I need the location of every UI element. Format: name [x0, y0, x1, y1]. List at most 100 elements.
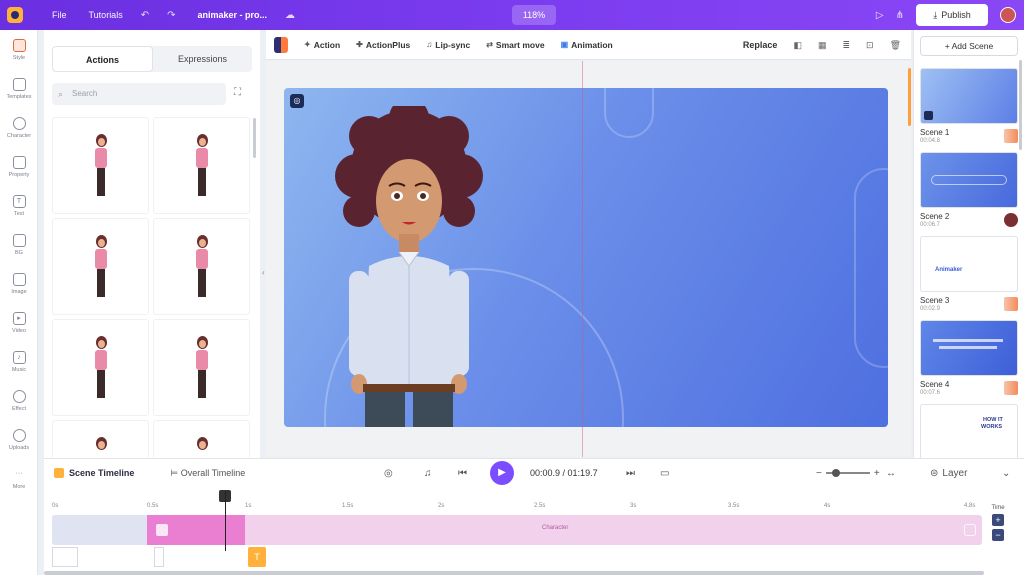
- tool-action[interactable]: ✦ Action: [304, 40, 340, 50]
- zoom-slider[interactable]: − +: [816, 459, 880, 487]
- ruler-tick: 3.5s: [728, 503, 740, 509]
- pin-icon[interactable]: [154, 547, 164, 567]
- play-button[interactable]: ▶: [490, 461, 514, 485]
- layer-dropdown[interactable]: ⊜ Layer: [930, 459, 967, 487]
- rail-item-video[interactable]: ▸ Video: [0, 303, 38, 342]
- character-figure[interactable]: [329, 106, 489, 427]
- scene-item[interactable]: Scene 2 00:06.7: [920, 152, 1018, 228]
- background-shape: [604, 88, 654, 138]
- zoom-handle[interactable]: [831, 469, 840, 477]
- time-increase-button[interactable]: +: [992, 514, 1004, 526]
- action-thumbnail[interactable]: [52, 319, 149, 416]
- avatar[interactable]: [1000, 7, 1016, 23]
- undo-icon[interactable]: ↶: [141, 10, 149, 21]
- tab-actions[interactable]: Actions: [52, 46, 153, 72]
- scene-item[interactable]: Animaker Scene 3 00:02.9: [920, 236, 1018, 312]
- timeline-scrollbar[interactable]: [44, 571, 984, 575]
- zoom-track: [825, 469, 870, 477]
- tab-overall-timeline[interactable]: ⊨ Overall Timeline: [170, 468, 245, 479]
- chevron-down-icon[interactable]: ⌄: [1002, 459, 1010, 487]
- preview-play-icon[interactable]: ▷: [876, 10, 884, 21]
- rail-item-image[interactable]: Image: [0, 264, 38, 303]
- rail-item-property[interactable]: Property: [0, 147, 38, 186]
- rail-item-style[interactable]: Style: [0, 30, 38, 69]
- action-thumbnail[interactable]: [153, 319, 250, 416]
- flip-icon[interactable]: ◧: [793, 40, 802, 51]
- replace-button[interactable]: Replace: [743, 40, 778, 50]
- search-icon: ⌕: [58, 89, 64, 99]
- ruler-tick: 2s: [438, 503, 445, 509]
- tool-label: Lip-sync: [435, 39, 471, 50]
- search-input[interactable]: Search: [52, 83, 226, 105]
- layers-icon[interactable]: ≣: [842, 40, 850, 51]
- color-swatch[interactable]: [274, 36, 288, 53]
- time-decrease-button[interactable]: −: [992, 529, 1004, 541]
- action-thumbnail[interactable]: [52, 117, 149, 214]
- rail-item-templates[interactable]: Templates: [0, 69, 38, 108]
- project-name[interactable]: animaker - pro...: [197, 10, 267, 20]
- ruler-tick: 0.5s: [147, 503, 159, 509]
- tab-expressions[interactable]: Expressions: [153, 46, 252, 72]
- publish-label: Publish: [941, 10, 971, 20]
- action-thumbnail[interactable]: [52, 218, 149, 315]
- expand-icon[interactable]: ⛶: [234, 87, 241, 98]
- cloud-save-icon[interactable]: ☁: [285, 10, 295, 21]
- subtitle-icon[interactable]: ▭: [660, 459, 669, 487]
- share-icon[interactable]: ⋔: [896, 10, 904, 21]
- microphone-icon: ♫: [426, 40, 433, 49]
- scene-canvas[interactable]: ◎: [284, 88, 888, 427]
- delete-icon[interactable]: 🗑: [890, 40, 901, 51]
- left-rail: Style Templates Character Property T Text…: [0, 30, 38, 575]
- scene-item[interactable]: Scene 4 00:07.6: [920, 320, 1018, 396]
- current-time: 00:00.9: [530, 468, 561, 478]
- camera-icon[interactable]: ◎: [290, 94, 304, 108]
- zoom-in-icon[interactable]: +: [874, 468, 880, 479]
- sub-track-slot[interactable]: [52, 547, 78, 567]
- rail-item-music[interactable]: ♪ Music: [0, 342, 38, 381]
- publish-button[interactable]: ⤓ Publish: [916, 4, 988, 26]
- action-thumbnail[interactable]: [153, 218, 250, 315]
- action-thumbnail[interactable]: [153, 117, 250, 214]
- time-label: Time: [991, 505, 1005, 511]
- microphone-icon[interactable]: ♫: [424, 459, 432, 487]
- lock-icon[interactable]: ⊡: [866, 40, 874, 51]
- skip-back-icon[interactable]: ⏮: [458, 459, 467, 487]
- camera-icon[interactable]: ◎: [384, 459, 393, 487]
- track-end-icon[interactable]: [964, 524, 976, 536]
- action-grid: [52, 117, 250, 457]
- text-track-marker[interactable]: T: [248, 547, 266, 567]
- scene-duration: 00:06.7: [920, 222, 941, 228]
- collapse-panel-icon[interactable]: ‹: [262, 268, 265, 277]
- selected-scene-indicator: [908, 68, 911, 126]
- scenes-scrollbar[interactable]: [1019, 60, 1022, 150]
- rail-item-uploads[interactable]: Uploads: [0, 420, 38, 459]
- zoom-level[interactable]: 118%: [512, 5, 556, 25]
- character-track[interactable]: Character: [52, 515, 982, 545]
- transparency-icon[interactable]: ▦: [818, 40, 827, 51]
- tool-smart-move[interactable]: ⇄ Smart move: [486, 40, 544, 50]
- add-scene-button[interactable]: + Add Scene: [920, 36, 1018, 56]
- rail-label: Property: [8, 171, 30, 178]
- playhead[interactable]: [225, 491, 226, 551]
- rail-item-text[interactable]: T Text: [0, 186, 38, 225]
- scene-item[interactable]: HOW IT WORKS: [920, 404, 1018, 458]
- skip-forward-icon[interactable]: ⏭: [626, 459, 635, 487]
- fit-width-icon[interactable]: ↔: [886, 459, 896, 487]
- rail-item-effect[interactable]: Effect: [0, 381, 38, 420]
- tool-actionplus[interactable]: ✚ ActionPlus: [356, 40, 410, 50]
- tool-animation[interactable]: ▣ Animation: [561, 40, 613, 50]
- zoom-out-icon[interactable]: −: [816, 468, 822, 479]
- library-scrollbar[interactable]: [253, 118, 256, 158]
- tool-lipsync[interactable]: ♫ Lip-sync: [426, 40, 470, 50]
- tutorials-menu[interactable]: Tutorials: [89, 10, 123, 20]
- scene-item[interactable]: Scene 1 00:04.8: [920, 68, 1018, 144]
- action-thumbnail[interactable]: [153, 420, 250, 457]
- action-thumbnail[interactable]: [52, 420, 149, 457]
- animaker-logo-icon[interactable]: [0, 0, 30, 30]
- rail-item-bg[interactable]: BG: [0, 225, 38, 264]
- tab-scene-timeline[interactable]: Scene Timeline: [54, 468, 134, 478]
- rail-item-character[interactable]: Character: [0, 108, 38, 147]
- redo-icon[interactable]: ↷: [167, 10, 175, 21]
- rail-item-more[interactable]: ··· More: [0, 459, 38, 498]
- file-menu[interactable]: File: [52, 10, 67, 20]
